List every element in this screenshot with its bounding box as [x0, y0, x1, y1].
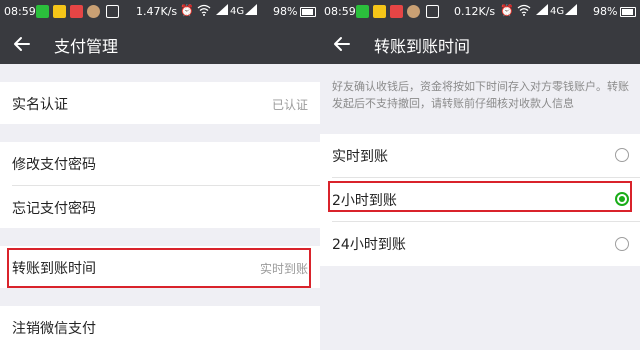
signal-4g-icon: 4G [550, 6, 565, 17]
transfer-arrival-time-screen: 08:59 0.12K/s ⏰ 4G 98% 转账到账时间 好友确认收钱后，资金… [320, 0, 640, 350]
screenshot-icon [106, 5, 119, 18]
battery-icon [620, 7, 636, 17]
arrow-left-icon [14, 37, 30, 51]
payment-management-screen: 08:59 1.47K/s ⏰ 4G 98% 支付管理 实名认证 已认证 修改支… [0, 0, 320, 350]
page-title: 支付管理 [54, 37, 119, 56]
status-bar: 08:59 0.12K/s ⏰ 4G 98% [320, 0, 640, 24]
row-label: 修改支付密码 [12, 157, 96, 173]
status-bar: 08:59 1.47K/s ⏰ 4G 98% [0, 0, 320, 24]
wechat-notification-icon [36, 5, 49, 18]
row-label: 注销微信支付 [12, 321, 96, 337]
wifi-icon [197, 4, 211, 19]
battery-percent: 98% [273, 5, 298, 18]
row-label: 实名认证 [12, 97, 68, 113]
battery-icon [300, 7, 316, 17]
network-speed: 1.47K/s [136, 5, 178, 18]
arrow-left-icon [334, 37, 350, 51]
option-label: 实时到账 [332, 149, 388, 165]
row-deregister-wechat-pay[interactable]: 注销微信支付 [0, 306, 320, 350]
alarm-icon: ⏰ [500, 4, 514, 17]
battery-percent: 98% [593, 5, 618, 18]
app-notification-icon [373, 5, 386, 18]
status-time: 08:59 [4, 5, 36, 18]
wechat-notification-icon [356, 5, 369, 18]
app-notification-icon-3 [407, 5, 420, 18]
password-group: 修改支付密码 忘记支付密码 [0, 142, 320, 228]
row-forgot-password[interactable]: 忘记支付密码 [0, 186, 320, 228]
signal-icon [536, 4, 548, 18]
radio-unchecked-icon[interactable] [615, 148, 629, 162]
highlight-box [7, 248, 311, 288]
transfer-description: 好友确认收钱后，资金将按如下时间存入对方零钱账户。转账发起后不支持撤回，请转账前… [332, 80, 629, 110]
row-real-name-auth[interactable]: 实名认证 已认证 [0, 82, 320, 124]
wifi-icon [517, 4, 531, 19]
option-realtime[interactable]: 实时到账 [320, 134, 640, 177]
radio-unchecked-icon[interactable] [615, 237, 629, 251]
page-title: 转账到账时间 [374, 37, 471, 56]
back-button[interactable] [330, 32, 354, 56]
signal-4g-icon: 4G [230, 6, 245, 17]
signal-icon-2 [245, 4, 257, 18]
highlight-box [328, 181, 632, 212]
signal-icon-2 [565, 4, 577, 18]
row-change-password[interactable]: 修改支付密码 [0, 142, 320, 184]
nav-bar: 支付管理 [0, 24, 320, 64]
back-button[interactable] [10, 32, 34, 56]
nav-bar: 转账到账时间 [320, 24, 640, 64]
app-notification-icon-2 [70, 5, 83, 18]
status-time: 08:59 [324, 5, 356, 18]
app-notification-icon-2 [390, 5, 403, 18]
alarm-icon: ⏰ [180, 4, 194, 17]
option-24-hours[interactable]: 24小时到账 [320, 222, 640, 266]
signal-icon [216, 4, 228, 18]
row-label: 忘记支付密码 [12, 201, 96, 217]
option-label: 24小时到账 [332, 237, 406, 253]
app-notification-icon [53, 5, 66, 18]
app-notification-icon-3 [87, 5, 100, 18]
network-speed: 0.12K/s [454, 5, 496, 18]
screenshot-icon [426, 5, 439, 18]
row-value: 已认证 [271, 98, 308, 112]
